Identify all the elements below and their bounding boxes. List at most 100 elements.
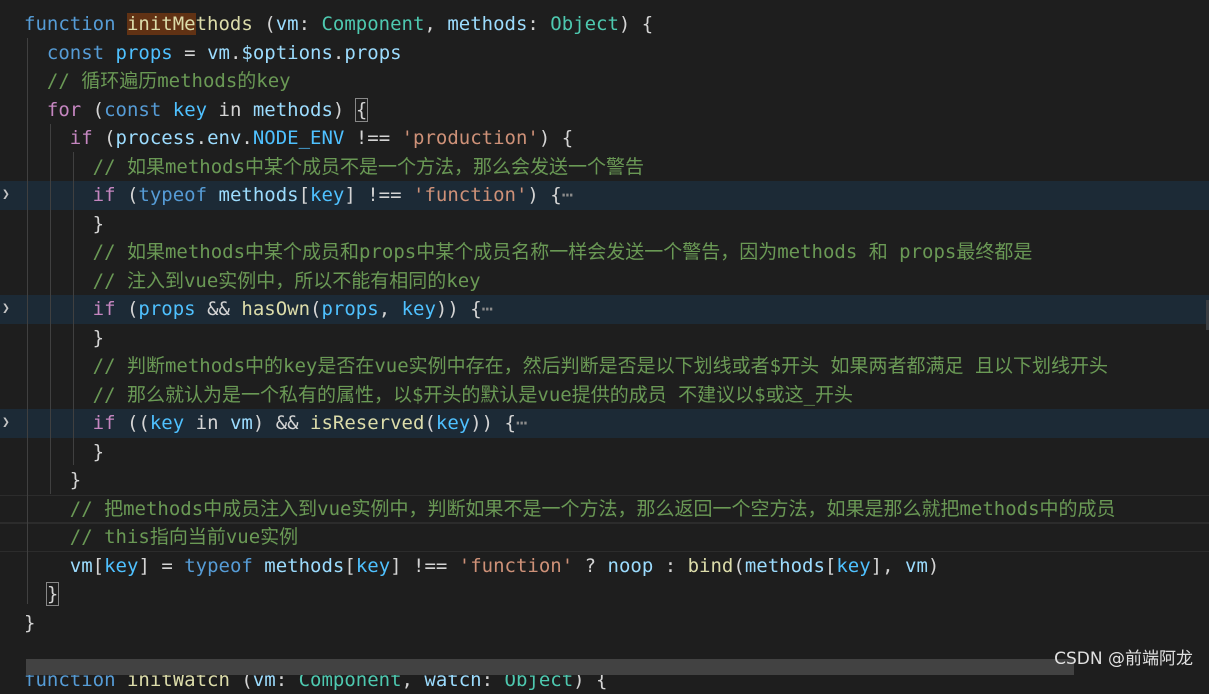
folded-ellipsis-icon[interactable]: ⋯ [482,298,493,320]
code-token: if [93,184,116,206]
code-line[interactable]: if (process.env.NODE_ENV !== 'production… [0,124,1209,153]
code-token: ) && [253,412,310,434]
code-line[interactable]: } [0,438,1209,467]
code-line[interactable]: const props = vm.$options.props [0,39,1209,68]
code-token: // this指向当前vue实例 [70,526,298,548]
code-token: ( [424,412,435,434]
code-token: ( [81,99,104,121]
code-token: ] !== [344,184,413,206]
code-token: // 判断methods中的key是否在vue实例中存在，然后判断是否是以下划线… [93,355,1108,377]
code-token: if [93,412,116,434]
code-token: , [424,13,447,35]
indent-guide [27,38,28,604]
code-line-folded[interactable]: ❯ if (typeof methods[key] !== 'function'… [0,181,1209,210]
code-token: ? [573,555,607,577]
code-line[interactable]: // 循环遍历methods的key [0,67,1209,96]
code-token: ( [93,127,116,149]
code-token: const [47,42,116,64]
code-token: } [70,469,81,491]
chevron-right-icon[interactable]: ❯ [2,409,10,438]
code-token: vm [276,13,299,35]
code-token: // 如果methods中某个成员和props中某个成员名称一样会发送一个警告，… [93,241,1033,263]
code-token: [ [825,555,836,577]
code-token: vm [230,412,253,434]
code-line[interactable]: // 判断methods中的key是否在vue实例中存在，然后判断是否是以下划线… [0,352,1209,381]
code-editor[interactable]: function initMethods (vm: Component, met… [0,10,1209,694]
code-token: function [24,13,127,35]
code-token: // 注入到vue实例中，所以不能有相同的key [93,270,481,292]
code-token: key [173,99,207,121]
code-line[interactable]: // 把methods中成员注入到vue实例中，判断如果不是一个方法，那么返回一… [0,495,1209,524]
code-line[interactable]: // 如果methods中某个成员不是一个方法，那么会发送一个警告 [0,153,1209,182]
code-token: vm [905,555,928,577]
code-line[interactable]: // 注入到vue实例中，所以不能有相同的key [0,267,1209,296]
code-token: $options [241,42,333,64]
code-token: env [207,127,241,149]
code-token: . [241,127,252,149]
code-token: noop [608,555,654,577]
code-line[interactable]: // 如果methods中某个成员和props中某个成员名称一样会发送一个警告，… [0,238,1209,267]
code-token: key [356,555,390,577]
code-line[interactable]: for (const key in methods) { [0,96,1209,125]
code-token: = [173,42,207,64]
code-token: Component [321,13,424,35]
code-token: if [93,298,116,320]
code-token: key [402,298,436,320]
code-token: bind [688,555,734,577]
code-token: initMe [127,13,196,35]
code-line[interactable]: } [0,210,1209,239]
code-line[interactable]: } [0,466,1209,495]
code-token: for [47,99,81,121]
code-token: [ [344,555,355,577]
code-token: ) { [539,127,573,149]
code-token: ) [928,555,939,577]
code-token: { [356,99,367,121]
code-line[interactable]: // this指向当前vue实例 [0,523,1209,552]
code-token: in [207,99,253,121]
code-token: methods [219,184,299,206]
code-line[interactable]: } [0,580,1209,609]
code-token: (( [116,412,150,434]
code-token: props [321,298,378,320]
code-token: props [344,42,401,64]
code-line[interactable]: vm[key] = typeof methods[key] !== 'funct… [0,552,1209,581]
code-token: const [104,99,173,121]
code-token: 'production' [402,127,539,149]
chevron-right-icon[interactable]: ❯ [2,181,10,210]
code-line[interactable]: function initMethods (vm: Component, met… [0,10,1209,39]
code-token: // 那么就认为是一个私有的属性，以$开头的默认是vue提供的成员 不建议以$或… [93,384,853,406]
code-line[interactable]: // 那么就认为是一个私有的属性，以$开头的默认是vue提供的成员 不建议以$或… [0,381,1209,410]
code-token: // 循环遍历methods的key [47,70,291,92]
code-line-folded[interactable]: ❯ if (props && hasOwn(props, key)) {⋯ [0,295,1209,324]
code-token: ( [253,13,276,35]
code-token: key [310,184,344,206]
code-token: typeof [184,555,264,577]
code-line[interactable]: } [0,609,1209,638]
chevron-right-icon[interactable]: ❯ [2,295,10,324]
code-token: ) { [619,13,653,35]
code-line[interactable]: } [0,324,1209,353]
code-token: key [104,555,138,577]
folded-ellipsis-icon[interactable]: ⋯ [516,412,527,434]
code-token: // 把methods中成员注入到vue实例中，判断如果不是一个方法，那么返回一… [70,498,1116,520]
code-token: ) [333,99,356,121]
code-token: && [196,298,242,320]
code-token: isReserved [310,412,424,434]
code-token: methods [447,13,527,35]
horizontal-scrollbar[interactable] [26,659,1074,675]
code-token: ( [733,555,744,577]
code-token: ( [116,298,139,320]
code-token: [ [299,184,310,206]
code-token: thods [196,13,253,35]
code-token: : [653,555,687,577]
folded-ellipsis-icon[interactable]: ⋯ [562,184,573,206]
code-token: hasOwn [241,298,310,320]
code-token: key [150,412,184,434]
code-token: vm [207,42,230,64]
code-token: process [116,127,196,149]
code-token: ( [116,184,139,206]
code-token: } [93,441,104,463]
code-token: , [379,298,402,320]
code-token: methods [745,555,825,577]
code-line-folded[interactable]: ❯ if ((key in vm) && isReserved(key)) {⋯ [0,409,1209,438]
